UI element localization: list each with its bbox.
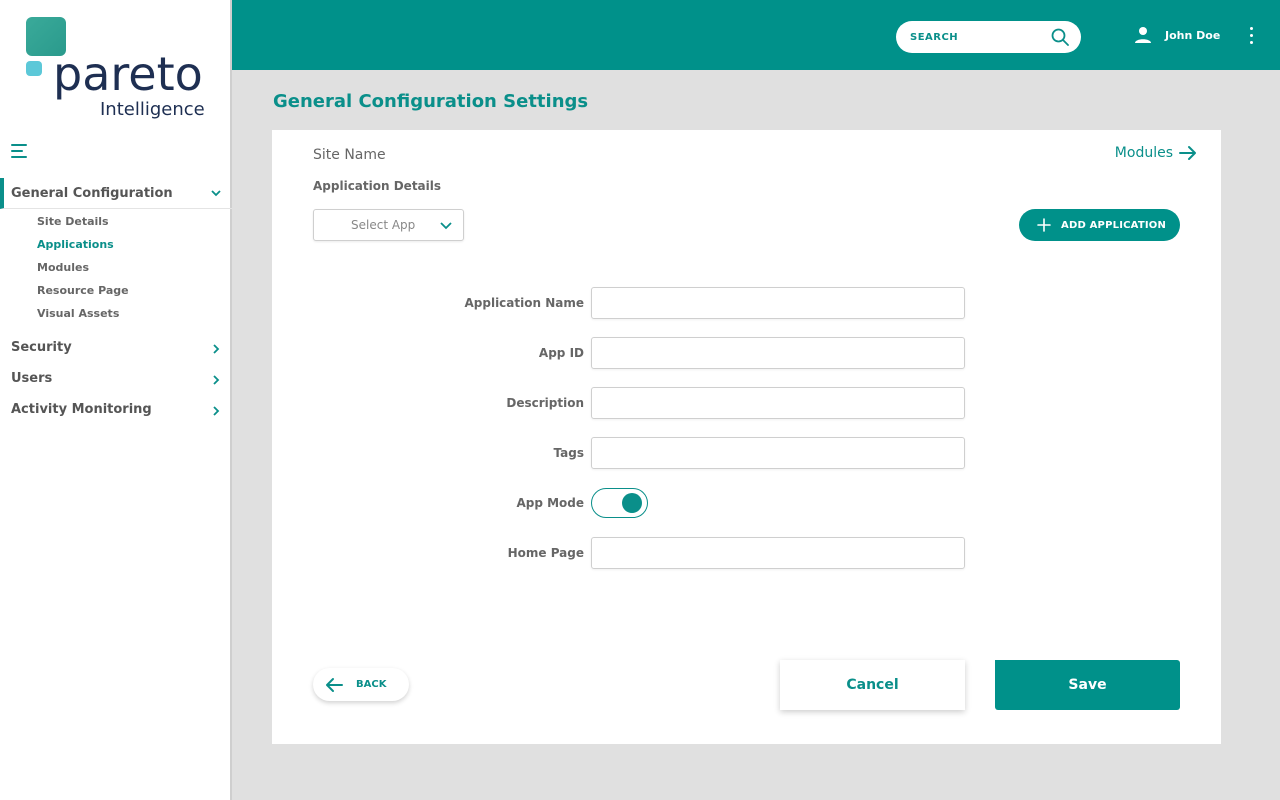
search-label: SEARCH xyxy=(910,31,959,43)
app-mode-toggle[interactable] xyxy=(591,488,648,518)
menu-toggle-icon[interactable] xyxy=(11,144,29,158)
page-title: General Configuration Settings xyxy=(273,91,589,112)
cancel-button[interactable]: Cancel xyxy=(780,660,965,710)
sidebar: pareto Intelligence General Configuratio… xyxy=(0,0,232,800)
application-name-row: Application Name xyxy=(272,287,1221,319)
sidebar-item-label: General Configuration xyxy=(11,185,173,201)
tags-field[interactable] xyxy=(591,437,965,469)
search-input[interactable]: SEARCH xyxy=(896,21,1081,53)
description-label: Description xyxy=(506,396,584,410)
sidebar-subitem-visual-assets[interactable]: Visual Assets xyxy=(0,302,232,325)
nav-general-configuration: General Configuration Site Details Appli… xyxy=(0,178,232,325)
arrow-right-icon xyxy=(1179,146,1196,160)
site-name-label: Site Name xyxy=(313,147,386,163)
logo-dot-icon xyxy=(26,61,42,76)
chevron-down-icon xyxy=(211,190,221,197)
app-id-label: App ID xyxy=(538,346,584,360)
more-options-icon[interactable] xyxy=(1248,27,1256,45)
plus-icon xyxy=(1037,218,1051,232)
modules-link-label: Modules xyxy=(1114,145,1173,161)
sidebar-subitem-modules[interactable]: Modules xyxy=(0,256,232,279)
sidebar-item-security[interactable]: Security xyxy=(0,332,232,363)
logo-tagline: Intelligence xyxy=(100,99,205,120)
chevron-right-icon xyxy=(213,344,220,354)
user-menu[interactable]: John Doe xyxy=(1134,26,1220,44)
sidebar-subitem-site-details[interactable]: Site Details xyxy=(0,210,232,233)
sidebar-item-general-configuration[interactable]: General Configuration xyxy=(0,178,232,209)
select-app-dropdown[interactable]: Select App xyxy=(313,209,464,241)
application-name-label: Application Name xyxy=(464,296,584,310)
chevron-right-icon xyxy=(213,406,220,416)
home-page-field[interactable] xyxy=(591,537,965,569)
sidebar-item-label: Users xyxy=(11,371,53,386)
arrow-left-icon xyxy=(326,677,343,692)
search-icon[interactable] xyxy=(1051,28,1069,46)
chevron-right-icon xyxy=(213,375,220,385)
chevron-down-icon xyxy=(440,222,452,230)
configuration-card: Site Name Modules Application Details Se… xyxy=(272,130,1221,744)
app-id-field[interactable] xyxy=(591,337,965,369)
add-application-button[interactable]: ADD APPLICATION xyxy=(1019,209,1180,241)
back-label: BACK xyxy=(356,679,387,690)
tags-row: Tags xyxy=(272,437,1221,469)
application-name-field[interactable] xyxy=(591,287,965,319)
user-name: John Doe xyxy=(1165,28,1221,42)
toggle-knob xyxy=(622,493,642,513)
save-button[interactable]: Save xyxy=(995,660,1180,710)
add-application-label: ADD APPLICATION xyxy=(1061,219,1167,231)
home-page-row: Home Page xyxy=(272,537,1221,569)
tags-label: Tags xyxy=(553,446,584,460)
sidebar-item-label: Activity Monitoring xyxy=(11,402,152,417)
app-mode-row: App Mode xyxy=(272,488,1221,520)
general-configuration-submenu: Site Details Applications Modules Resour… xyxy=(0,209,232,325)
user-icon xyxy=(1135,27,1151,43)
home-page-label: Home Page xyxy=(507,546,584,560)
description-field[interactable] xyxy=(591,387,965,419)
pareto-logo[interactable]: pareto Intelligence xyxy=(26,17,216,127)
sidebar-subitem-resource-page[interactable]: Resource Page xyxy=(0,279,232,302)
logo-wordmark: pareto xyxy=(53,47,203,101)
app-mode-label: App Mode xyxy=(516,496,584,510)
top-bar: SEARCH John Doe xyxy=(232,0,1280,70)
select-app-value: Select App xyxy=(351,218,416,232)
application-details-heading: Application Details xyxy=(313,179,442,193)
sidebar-item-users[interactable]: Users xyxy=(0,363,232,394)
back-button[interactable]: BACK xyxy=(313,668,409,701)
description-row: Description xyxy=(272,387,1221,419)
app-id-row: App ID xyxy=(272,337,1221,369)
modules-link[interactable]: Modules xyxy=(1115,145,1197,161)
sidebar-item-label: Security xyxy=(11,340,72,355)
sidebar-item-activity-monitoring[interactable]: Activity Monitoring xyxy=(0,394,232,425)
sidebar-subitem-applications[interactable]: Applications xyxy=(0,233,232,256)
